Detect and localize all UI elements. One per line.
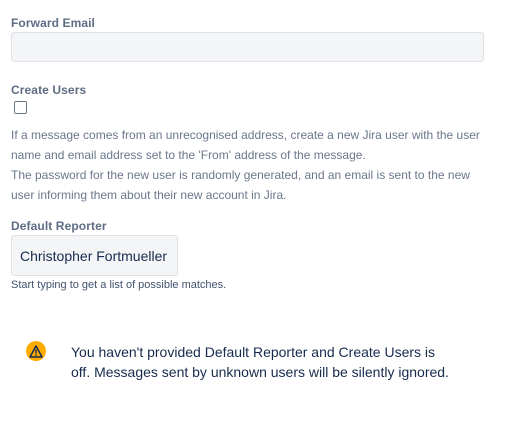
default-reporter-value: Christopher Fortmueller [20, 247, 168, 264]
forward-email-input[interactable] [11, 32, 484, 62]
create-users-checkbox[interactable] [14, 101, 27, 114]
description-line: The password for the new user is randoml… [11, 168, 470, 182]
default-reporter-label: Default Reporter [11, 219, 107, 233]
warning-line: You haven't provided Default Reporter an… [71, 344, 436, 360]
forward-email-label: Forward Email [11, 16, 95, 30]
create-users-description: If a message comes from an unrecognised … [11, 125, 491, 205]
default-reporter-hint: Start typing to get a list of possible m… [11, 279, 227, 291]
warning-line: off. Messages sent by unknown users will… [71, 364, 449, 380]
create-users-label: Create Users [11, 83, 87, 97]
warning-message: You haven't provided Default Reporter an… [71, 342, 461, 382]
description-line: If a message comes from an unrecognised … [11, 128, 480, 142]
default-reporter-picker[interactable]: Christopher Fortmueller [11, 235, 179, 276]
description-line: name and email address set to the 'From'… [11, 148, 366, 162]
description-line: user informing them about their new acco… [11, 188, 287, 202]
mail-handler-form: Forward Email Create Users If a message … [0, 0, 506, 423]
warning-icon [26, 341, 46, 361]
